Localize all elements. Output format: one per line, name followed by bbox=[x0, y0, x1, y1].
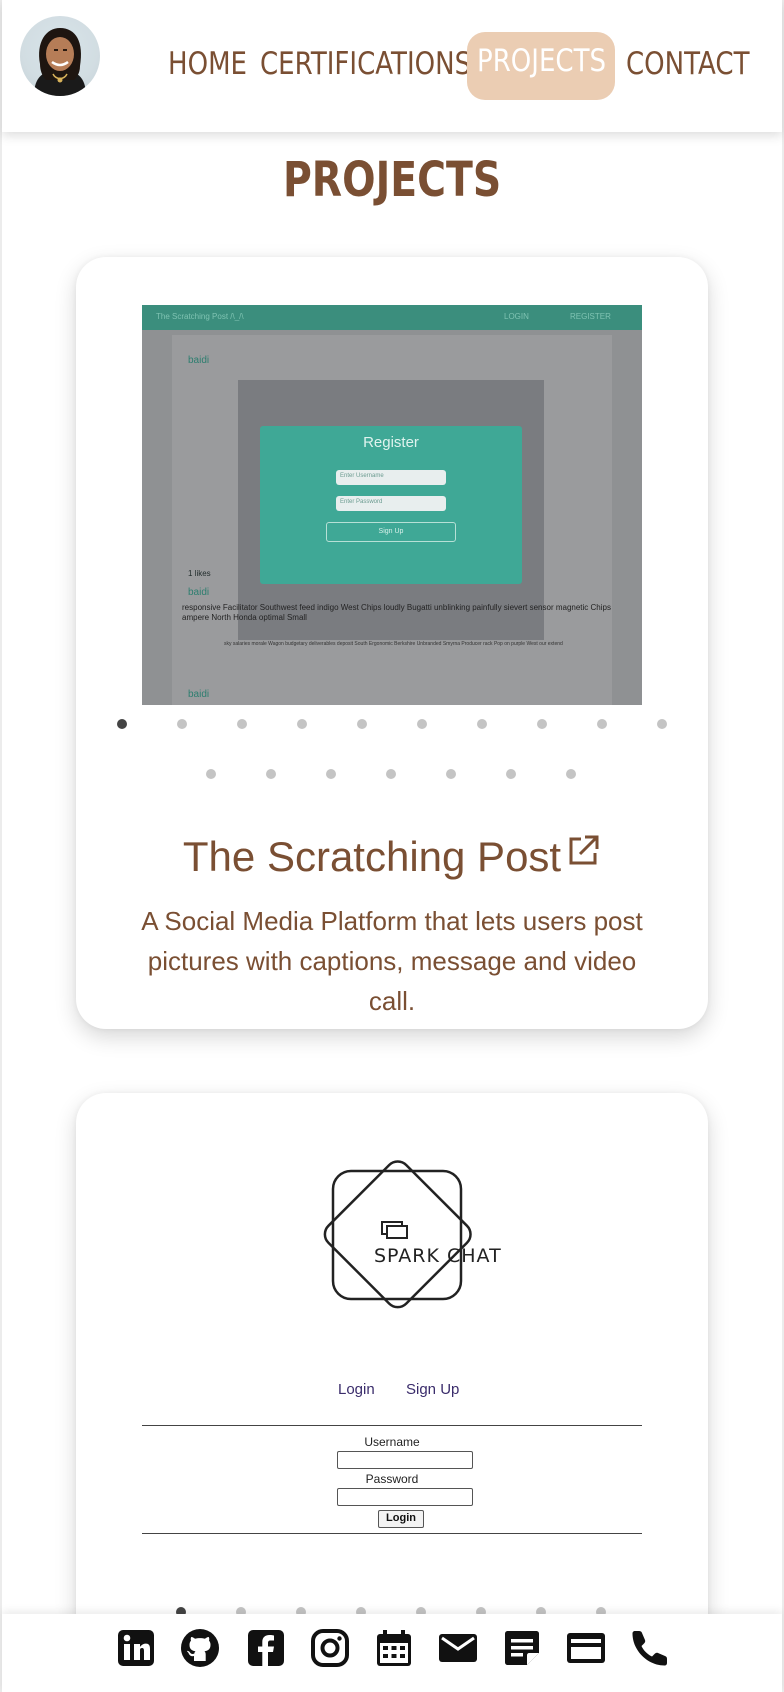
carousel-dot[interactable] bbox=[506, 769, 516, 779]
screenshot-login-button: Login bbox=[378, 1510, 424, 1528]
carousel-dot[interactable] bbox=[357, 719, 367, 729]
notes-icon[interactable] bbox=[502, 1628, 542, 1668]
nav-home[interactable]: HOME bbox=[168, 46, 247, 82]
linkedin-icon[interactable] bbox=[116, 1628, 156, 1668]
avatar[interactable] bbox=[20, 16, 100, 96]
project-card: The Scratching Post /\_/\ LOGIN REGISTER… bbox=[76, 257, 708, 1029]
navbar: HOME CERTIFICATIONS PROJECTS CONTACT bbox=[2, 0, 782, 132]
carousel-dot[interactable] bbox=[266, 769, 276, 779]
project-card: SPARK CHAT Login Sign Up Username Passwo… bbox=[76, 1093, 708, 1692]
screenshot-appbar: The Scratching Post /\_/\ LOGIN REGISTER bbox=[142, 305, 642, 330]
footer-bar bbox=[2, 1614, 782, 1692]
page-title: PROJECTS bbox=[282, 152, 502, 208]
carousel-dot[interactable] bbox=[326, 769, 336, 779]
project-title[interactable]: The Scratching Post bbox=[183, 833, 561, 880]
nav-certifications[interactable]: CERTIFICATIONS bbox=[260, 46, 471, 82]
calendar-icon[interactable] bbox=[374, 1628, 414, 1668]
spark-chat-logo-icon bbox=[323, 1160, 472, 1309]
screenshot-login-tab: Login bbox=[338, 1381, 375, 1398]
external-link-icon[interactable] bbox=[565, 833, 601, 869]
carousel-dot[interactable] bbox=[566, 769, 576, 779]
screenshot-register-modal: Register Enter Username Enter Password S… bbox=[260, 426, 522, 584]
instagram-icon[interactable] bbox=[310, 1628, 350, 1668]
nav-projects[interactable]: PROJECTS bbox=[477, 43, 606, 79]
screenshot-signup-tab: Sign Up bbox=[406, 1381, 460, 1398]
github-icon[interactable] bbox=[180, 1628, 220, 1668]
carousel-dot[interactable] bbox=[386, 769, 396, 779]
project-title-row[interactable]: The Scratching Post bbox=[76, 833, 708, 881]
nav-contact[interactable]: CONTACT bbox=[626, 46, 749, 82]
email-icon[interactable] bbox=[438, 1628, 478, 1668]
screenshot-username-field bbox=[337, 1451, 473, 1469]
carousel-dot[interactable] bbox=[417, 719, 427, 729]
credit-card-icon[interactable] bbox=[566, 1628, 606, 1668]
carousel-dot[interactable] bbox=[597, 719, 607, 729]
screenshot-password-field bbox=[337, 1488, 473, 1506]
carousel-dot[interactable] bbox=[177, 719, 187, 729]
carousel-dot[interactable] bbox=[537, 719, 547, 729]
project-description: A Social Media Platform that lets users … bbox=[141, 906, 643, 1016]
project-screenshot[interactable]: SPARK CHAT Login Sign Up Username Passwo… bbox=[142, 1137, 642, 1537]
carousel-dot[interactable] bbox=[657, 719, 667, 729]
carousel-dot[interactable] bbox=[446, 769, 456, 779]
carousel-dot[interactable] bbox=[477, 719, 487, 729]
carousel-dot[interactable] bbox=[297, 719, 307, 729]
phone-icon[interactable] bbox=[630, 1628, 670, 1668]
carousel-dot[interactable] bbox=[117, 719, 127, 729]
carousel-dot[interactable] bbox=[237, 719, 247, 729]
project-screenshot[interactable]: The Scratching Post /\_/\ LOGIN REGISTER… bbox=[142, 305, 642, 705]
carousel-dot[interactable] bbox=[206, 769, 216, 779]
facebook-icon[interactable] bbox=[246, 1628, 286, 1668]
